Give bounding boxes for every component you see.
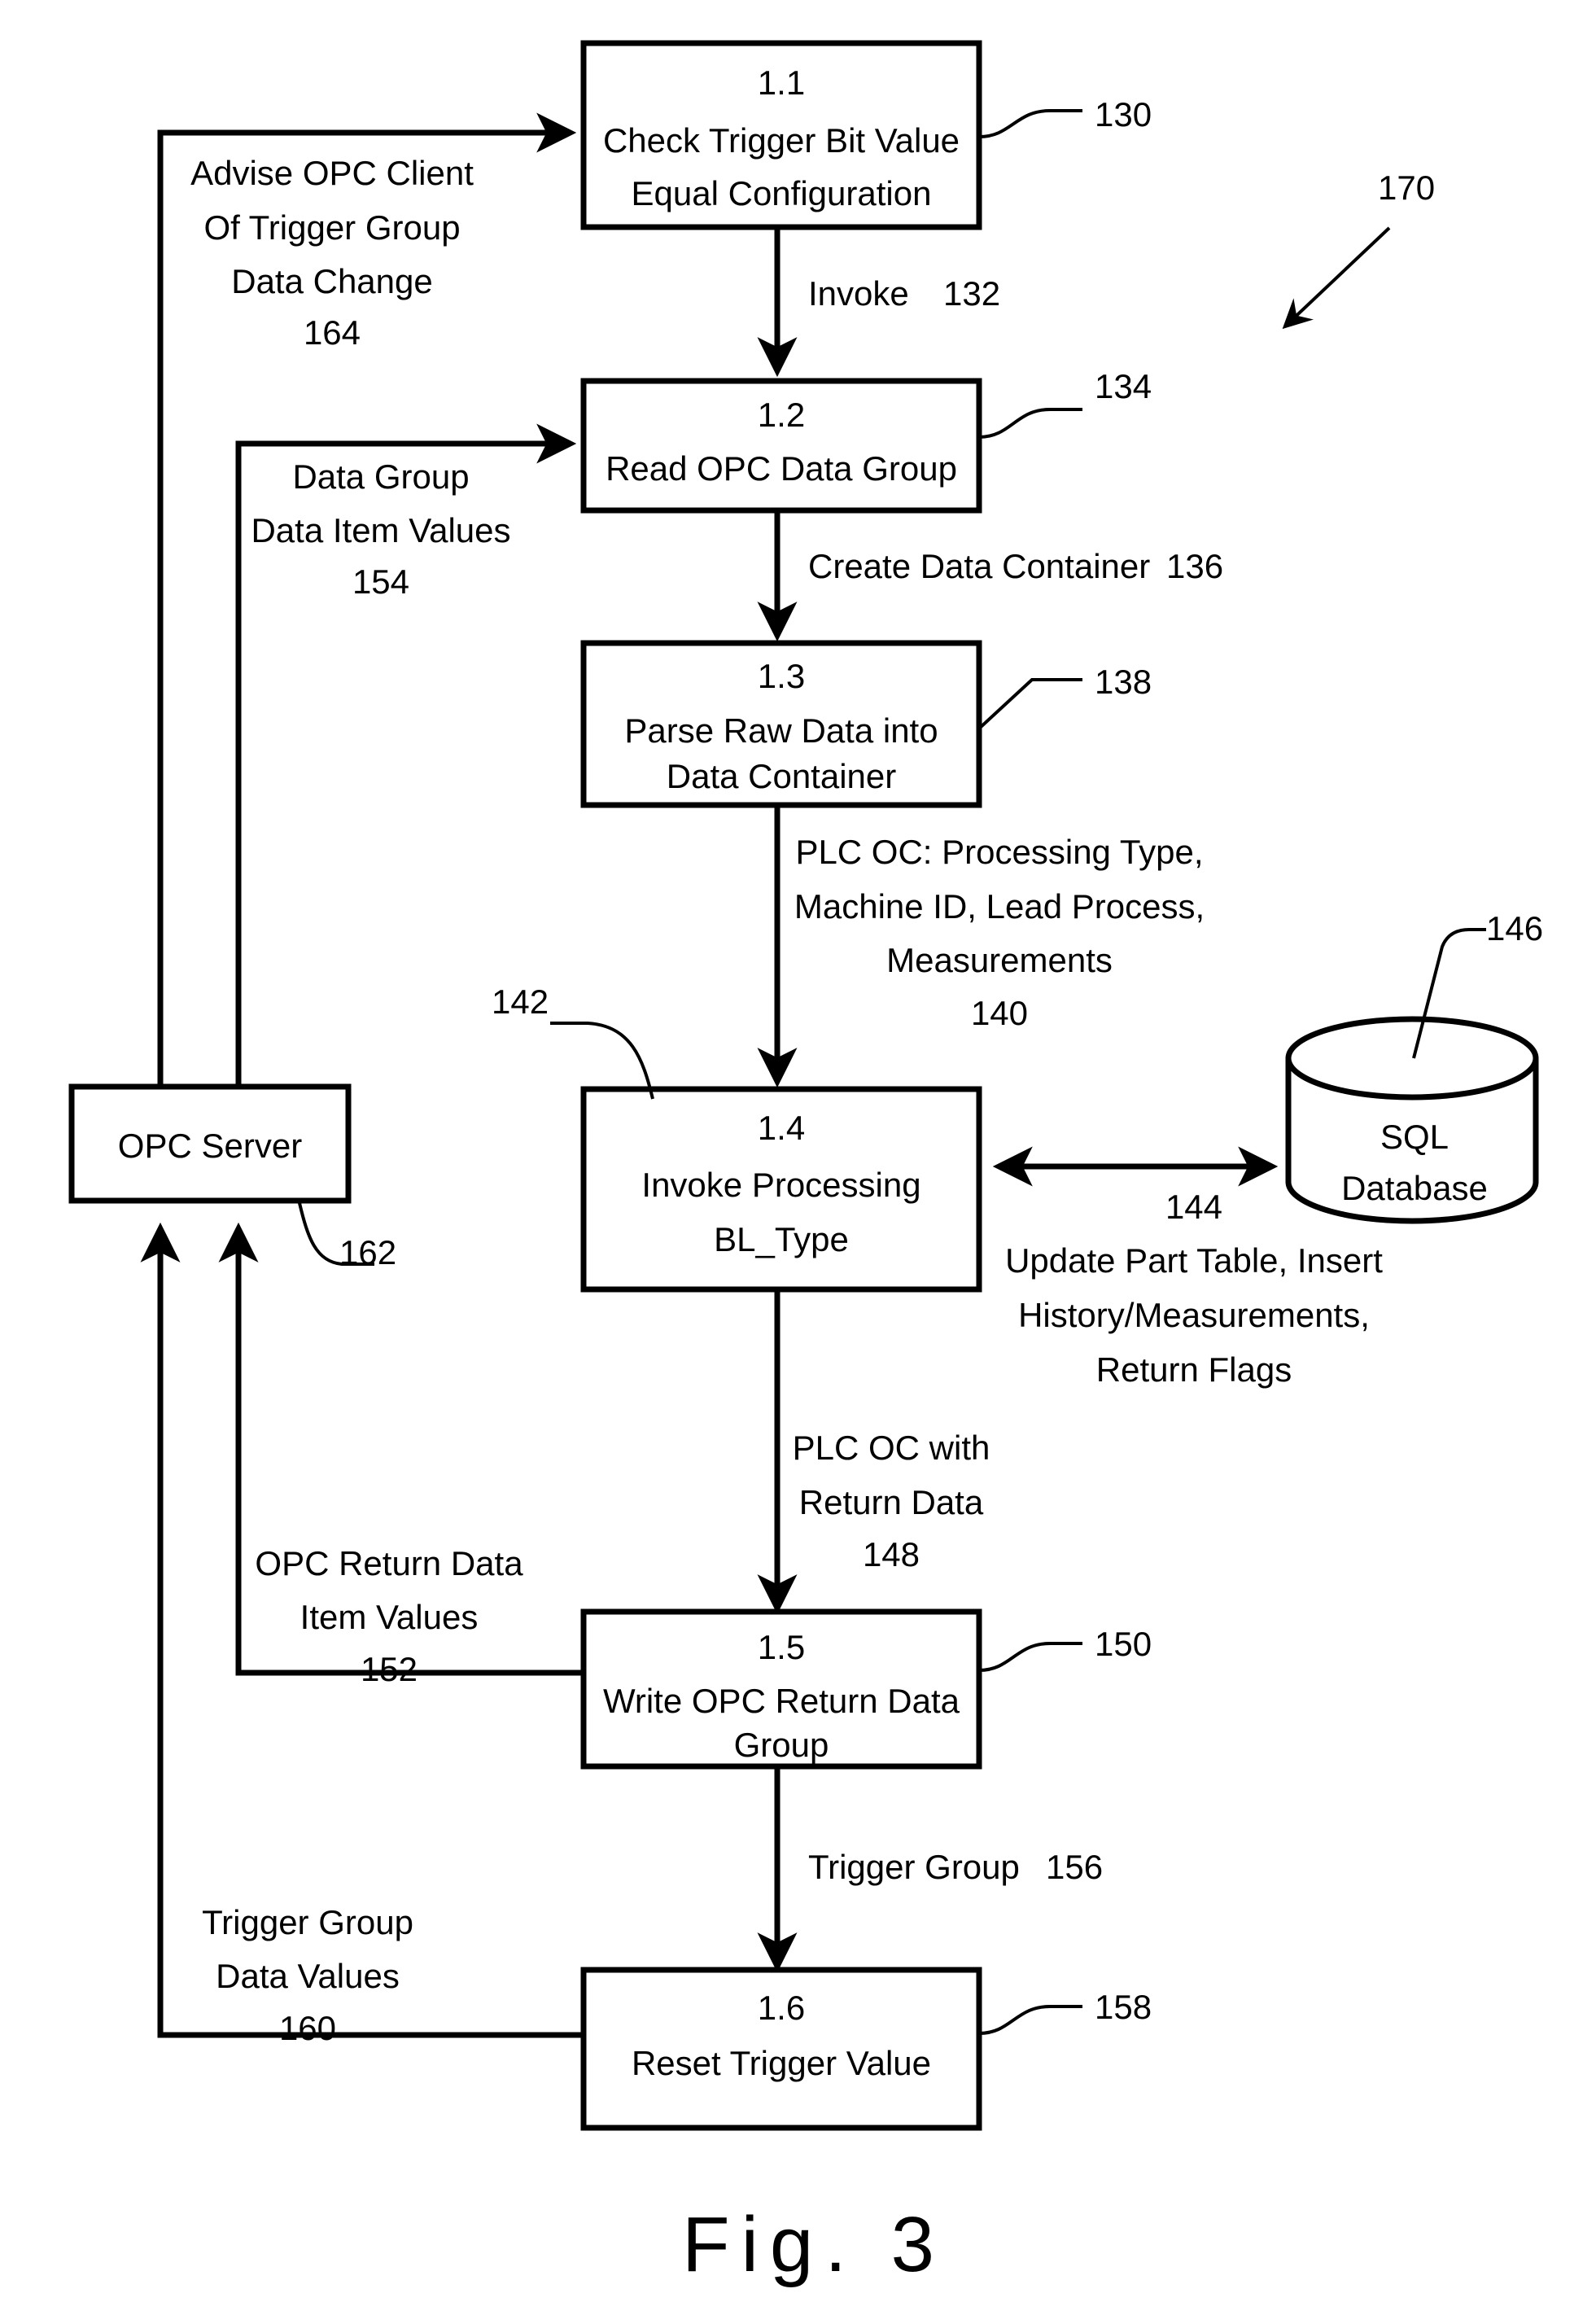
- label-plcocin-line3: Measurements: [886, 941, 1113, 979]
- label-advise-line1: Advise OPC Client: [190, 154, 474, 192]
- process-box-1-2-line1: Read OPC Data Group: [606, 449, 957, 488]
- process-box-1-3-line1: Parse Raw Data into: [624, 711, 938, 750]
- process-box-1-4-line1: Invoke Processing: [641, 1166, 920, 1204]
- leader-162: 162: [298, 1202, 396, 1271]
- ref-number-142: 142: [492, 982, 549, 1021]
- label-advise-line3: Data Change: [231, 262, 433, 300]
- label-triggergroup-ref: 156: [1046, 1848, 1103, 1886]
- process-box-1-2-number: 1.2: [758, 396, 805, 434]
- label-create-text: Create Data Container: [808, 547, 1150, 585]
- process-box-1-6-line1: Reset Trigger Value: [632, 2044, 931, 2082]
- ref-number-146: 146: [1486, 909, 1543, 947]
- patent-figure-3: 1.1 Check Trigger Bit Value Equal Config…: [0, 0, 1596, 2315]
- opc-server-label: OPC Server: [118, 1127, 302, 1165]
- label-data-group-line2: Data Item Values: [251, 511, 510, 549]
- label-plcocin-line2: Machine ID, Lead Process,: [794, 887, 1205, 926]
- label-plcocret-ref: 148: [863, 1535, 920, 1573]
- label-plcocret-line2: Return Data: [799, 1483, 984, 1521]
- label-plcocret-line1: PLC OC with: [793, 1429, 990, 1467]
- leader-158: 158: [978, 1988, 1152, 2035]
- label-plcocin-ref: 140: [971, 994, 1028, 1032]
- label-trigger-group-values-160: Trigger Group Data Values 160: [202, 1903, 413, 2047]
- leader-138: 138: [977, 663, 1152, 730]
- label-sqlexch-ref: 144: [1165, 1188, 1222, 1226]
- ref-number-170: 170: [1378, 168, 1435, 207]
- label-tgval-ref: 160: [279, 2009, 336, 2047]
- ref-number-150: 150: [1095, 1625, 1152, 1663]
- label-invoke-132: Invoke 132: [808, 274, 1000, 313]
- label-opc-return-values-152: OPC Return Data Item Values 152: [255, 1544, 523, 1688]
- label-create-data-container-136: Create Data Container 136: [808, 547, 1223, 585]
- label-opcret-line1: OPC Return Data: [255, 1544, 523, 1582]
- label-sqlexch-line3: Return Flags: [1096, 1350, 1292, 1389]
- process-box-1-6-number: 1.6: [758, 1989, 805, 2027]
- process-box-1-6[interactable]: 1.6 Reset Trigger Value: [580, 1967, 982, 2131]
- process-box-1-1-number: 1.1: [758, 63, 805, 102]
- leader-142: 142: [492, 982, 654, 1100]
- ref-number-138: 138: [1095, 663, 1152, 701]
- process-box-1-1[interactable]: 1.1 Check Trigger Bit Value Equal Config…: [580, 40, 982, 230]
- process-box-1-3-number: 1.3: [758, 657, 805, 695]
- label-data-group-line1: Data Group: [292, 457, 469, 496]
- leader-130: 130: [978, 95, 1152, 138]
- process-box-1-5-line1: Write OPC Return Data: [603, 1682, 960, 1720]
- label-opcret-ref: 152: [361, 1650, 418, 1688]
- label-trigger-group-156: Trigger Group 156: [808, 1848, 1103, 1886]
- leader-150: 150: [978, 1625, 1152, 1672]
- label-plc-oc-in-140: PLC OC: Processing Type, Machine ID, Lea…: [794, 833, 1205, 1032]
- label-sqlexch-line2: History/Measurements,: [1018, 1296, 1370, 1334]
- label-create-ref: 136: [1166, 547, 1223, 585]
- ref-number-134: 134: [1095, 367, 1152, 405]
- process-box-1-1-line2: Equal Configuration: [632, 174, 932, 212]
- label-advise-ref: 164: [304, 313, 361, 352]
- label-opcret-line2: Item Values: [300, 1598, 479, 1636]
- label-sqlexch-line1: Update Part Table, Insert: [1005, 1241, 1383, 1280]
- opc-server-box[interactable]: OPC Server: [68, 1083, 352, 1204]
- process-box-1-3[interactable]: 1.3 Parse Raw Data into Data Container: [580, 640, 982, 808]
- label-data-group-ref: 154: [352, 562, 409, 601]
- label-triggergroup-text: Trigger Group: [808, 1848, 1020, 1886]
- sql-database-line2: Database: [1341, 1169, 1488, 1207]
- system-ref-arrow-170: 170: [1282, 168, 1435, 330]
- process-box-1-5-line2: Group: [734, 1726, 829, 1764]
- ref-number-162: 162: [339, 1233, 396, 1271]
- label-sql-exchange-144: 144 Update Part Table, Insert History/Me…: [1005, 1188, 1383, 1389]
- figure-caption: Fig. 3: [682, 2201, 946, 2288]
- label-advise-opc-client-164: Advise OPC Client Of Trigger Group Data …: [190, 154, 474, 352]
- process-box-1-4-number: 1.4: [758, 1109, 805, 1147]
- label-plc-oc-return-148: PLC OC with Return Data 148: [793, 1429, 990, 1573]
- process-box-1-2[interactable]: 1.2 Read OPC Data Group: [580, 378, 982, 514]
- leader-134: 134: [978, 367, 1152, 439]
- process-box-1-5-number: 1.5: [758, 1628, 805, 1666]
- ref-number-130: 130: [1095, 95, 1152, 133]
- label-invoke-text: Invoke: [808, 274, 909, 313]
- label-invoke-ref: 132: [943, 274, 1000, 313]
- sql-database-line1: SQL: [1380, 1118, 1449, 1156]
- process-box-1-3-line2: Data Container: [667, 757, 897, 795]
- process-box-1-4-line2: BL_Type: [714, 1220, 849, 1258]
- process-box-1-1-line1: Check Trigger Bit Value: [603, 121, 960, 160]
- ref-number-158: 158: [1095, 1988, 1152, 2026]
- label-plcocin-line1: PLC OC: Processing Type,: [795, 833, 1203, 871]
- sql-database-cylinder[interactable]: SQL Database: [1285, 1016, 1539, 1224]
- flow-diagram-canvas: 1.1 Check Trigger Bit Value Equal Config…: [68, 40, 1543, 2288]
- label-advise-line2: Of Trigger Group: [203, 208, 460, 247]
- label-tgval-line1: Trigger Group: [202, 1903, 413, 1941]
- label-tgval-line2: Data Values: [216, 1957, 400, 1995]
- label-data-group-values-154: Data Group Data Item Values 154: [251, 457, 510, 601]
- process-box-1-4[interactable]: 1.4 Invoke Processing BL_Type: [580, 1086, 982, 1293]
- process-box-1-5[interactable]: 1.5 Write OPC Return Data Group: [580, 1608, 982, 1770]
